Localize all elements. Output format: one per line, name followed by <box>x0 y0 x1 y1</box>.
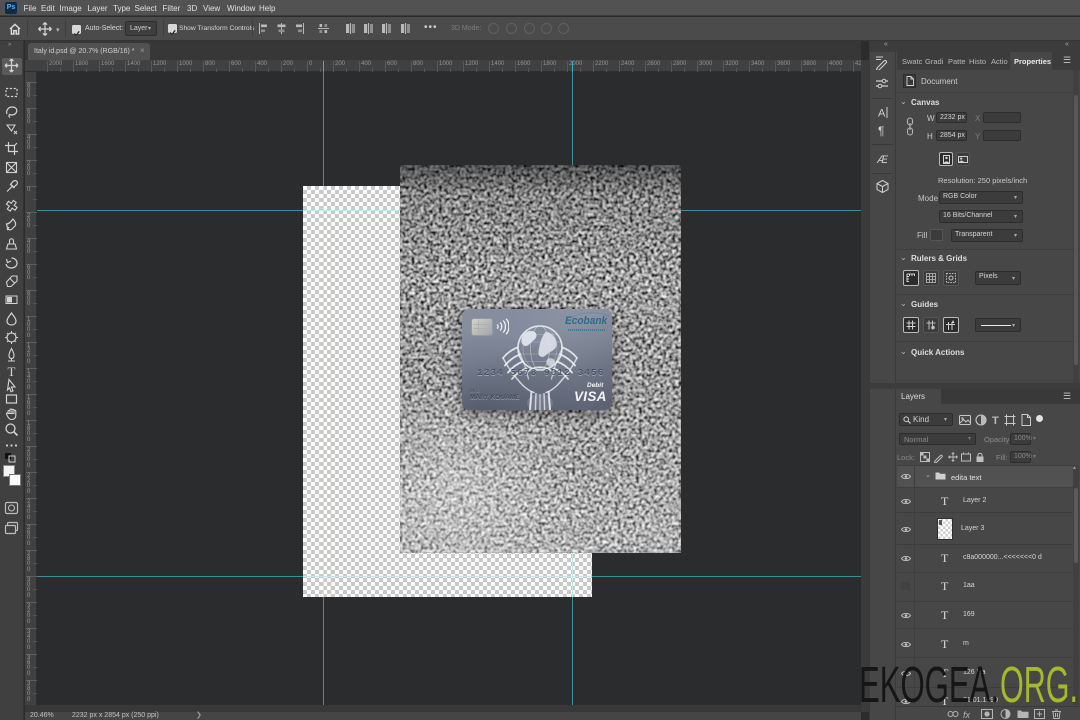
svg-text:EKOGEA.: EKOGEA. <box>859 656 999 713</box>
svg-text:ORG.: ORG. <box>1000 656 1078 713</box>
